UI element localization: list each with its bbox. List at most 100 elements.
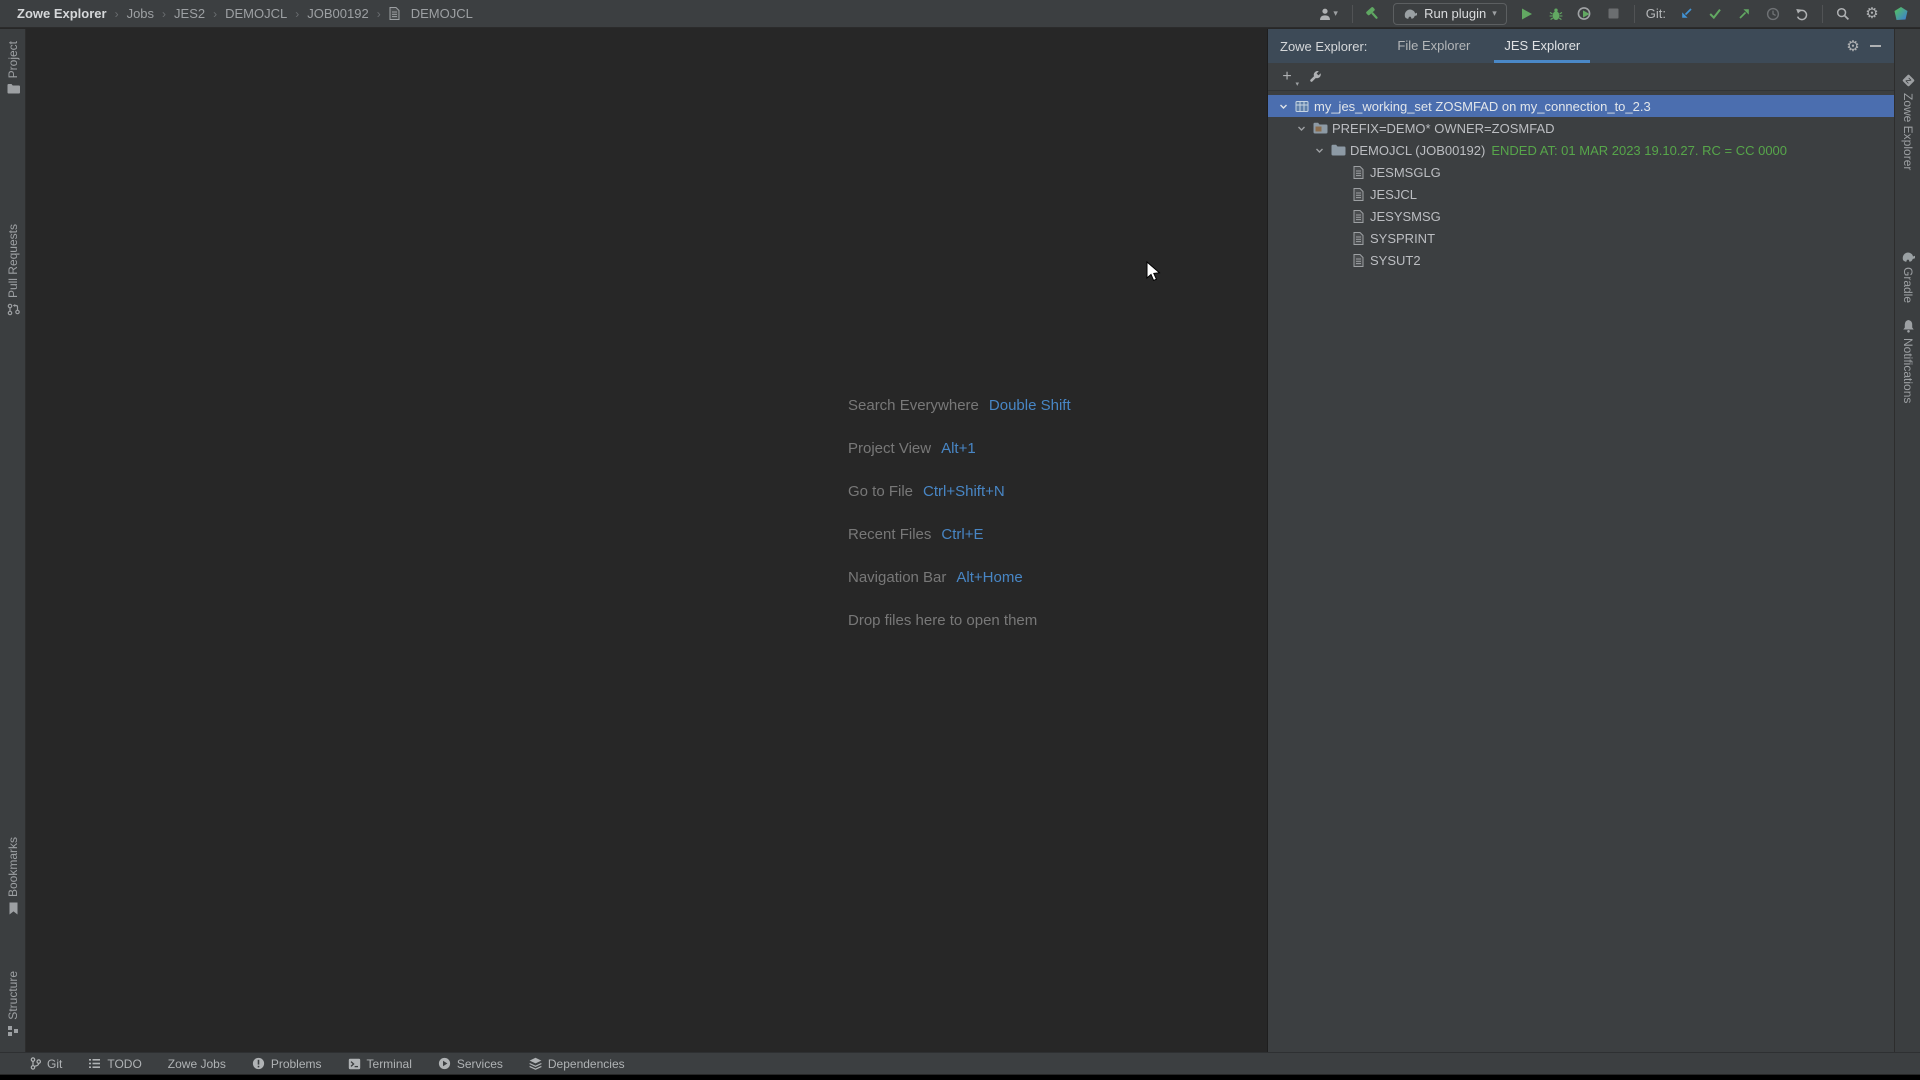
problems-icon: [252, 1057, 265, 1070]
zowe-explorer-tool-window: Zowe Explorer: File Explorer JES Explore…: [1268, 29, 1894, 1052]
file-icon: [386, 4, 404, 24]
terminal-icon: [348, 1058, 361, 1070]
breadcrumb-item-jobs[interactable]: Jobs: [124, 5, 157, 22]
run-icon[interactable]: [1518, 4, 1536, 24]
user-account-icon[interactable]: ▾: [1315, 4, 1341, 24]
stripe-bookmarks[interactable]: Bookmarks: [0, 837, 26, 915]
git-branch-icon: [30, 1057, 41, 1070]
profiler-icon[interactable]: [1576, 4, 1594, 24]
tree-row-spool-file[interactable]: JESYSMSG: [1268, 205, 1894, 227]
drop-files-hint: Drop files here to open them: [848, 612, 1071, 655]
toolwindow-button-terminal[interactable]: Terminal: [348, 1057, 412, 1071]
zowe-icon: Z: [1901, 73, 1916, 88]
breadcrumb-item-root[interactable]: Zowe Explorer: [14, 5, 110, 22]
gradle-icon: [1403, 8, 1418, 19]
ide-profile-icon[interactable]: [1892, 4, 1910, 24]
shortcut-keys: Alt+1: [941, 440, 976, 457]
folder-icon: [7, 83, 20, 94]
tree-row-spool-file[interactable]: SYSPRINT: [1268, 227, 1894, 249]
stripe-gradle[interactable]: Gradle: [1895, 251, 1920, 303]
toolwindow-button-git[interactable]: Git: [30, 1057, 62, 1071]
todo-list-icon: [88, 1058, 101, 1069]
toolwindow-button-label: Zowe Jobs: [168, 1057, 226, 1071]
chevron-down-icon[interactable]: [1311, 145, 1328, 156]
stripe-project[interactable]: Project: [0, 41, 26, 94]
tree-row-label: SYSUT2: [1368, 253, 1421, 268]
tab-file-explorer[interactable]: File Explorer: [1387, 30, 1480, 63]
gradle-icon: [1901, 251, 1916, 262]
chevron-down-icon[interactable]: [1275, 101, 1292, 112]
spool-file-icon: [1348, 188, 1368, 201]
chevron-right-icon: ›: [212, 7, 218, 21]
chevron-right-icon: ›: [161, 7, 167, 21]
bell-icon: [1902, 319, 1915, 333]
tree-row-filter[interactable]: PREFIX=DEMO* OWNER=ZOSMFAD: [1268, 117, 1894, 139]
breadcrumb-item-spoolfile[interactable]: DEMOJCL: [408, 5, 476, 22]
git-commit-icon[interactable]: [1706, 4, 1724, 24]
stripe-pull-requests[interactable]: Pull Requests: [0, 224, 26, 316]
stop-icon: [1605, 4, 1623, 24]
shortcut-label: Go to File: [848, 483, 913, 500]
tree-row-spool-file[interactable]: SYSUT2: [1268, 249, 1894, 271]
tree-row-spool-file[interactable]: JESMSGLG: [1268, 161, 1894, 183]
chevron-down-icon[interactable]: [1293, 123, 1310, 134]
shortcut-keys: Alt+Home: [956, 569, 1022, 586]
settings-gear-icon[interactable]: ⚙: [1863, 4, 1881, 24]
breadcrumb-item-demojcl[interactable]: DEMOJCL: [222, 5, 290, 22]
toolwindow-button-label: TODO: [107, 1057, 141, 1071]
run-configuration-dropdown[interactable]: Run plugin ▾: [1393, 3, 1507, 25]
stripe-notifications-label: Notifications: [1901, 338, 1915, 403]
rollback-icon[interactable]: [1793, 4, 1811, 24]
stripe-structure[interactable]: Structure: [0, 971, 26, 1037]
structure-icon: [7, 1025, 19, 1037]
stripe-bookmarks-label: Bookmarks: [6, 837, 20, 897]
breadcrumb-item-job00192[interactable]: JOB00192: [304, 5, 371, 22]
chevron-right-icon: ›: [294, 7, 300, 21]
screen-bottom-edge: [0, 1075, 1920, 1080]
shortcut-label: Search Everywhere: [848, 397, 979, 414]
shortcut-label: Recent Files: [848, 526, 931, 543]
job-folder-icon: [1328, 144, 1348, 156]
bookmark-icon: [8, 902, 19, 915]
breadcrumb-item-jes2[interactable]: JES2: [171, 5, 208, 22]
toolwindow-button-problems[interactable]: Problems: [252, 1057, 322, 1071]
stripe-structure-label: Structure: [6, 971, 20, 1020]
stripe-zowe-explorer[interactable]: Z Zowe Explorer: [1895, 73, 1920, 170]
minimize-icon[interactable]: [1864, 35, 1886, 57]
tool-window-gear-icon[interactable]: ⚙: [1842, 35, 1864, 57]
toolwindow-button-dependencies[interactable]: Dependencies: [529, 1057, 625, 1071]
tree-row-job[interactable]: DEMOJCL (JOB00192) ENDED AT: 01 MAR 2023…: [1268, 139, 1894, 161]
add-icon[interactable]: +▾: [1280, 69, 1294, 85]
tree-row-label: PREFIX=DEMO* OWNER=ZOSMFAD: [1330, 121, 1554, 136]
run-button-label: Run plugin: [1424, 6, 1486, 21]
tree-row-label: my_jes_working_set ZOSMFAD on my_connect…: [1312, 99, 1651, 114]
tree-row-working-set[interactable]: my_jes_working_set ZOSMFAD on my_connect…: [1268, 95, 1894, 117]
wrench-icon[interactable]: [1308, 70, 1322, 84]
run-toolbar: ▾ Run plugin ▾ Git:: [1315, 0, 1920, 28]
pull-request-icon: [7, 303, 20, 316]
toolbar-separator: [1822, 5, 1823, 23]
debug-icon[interactable]: [1547, 4, 1565, 24]
chevron-right-icon: ›: [114, 7, 120, 21]
toolwindow-button-services[interactable]: Services: [438, 1057, 503, 1071]
git-push-icon[interactable]: [1735, 4, 1753, 24]
git-update-icon[interactable]: [1677, 4, 1695, 24]
breadcrumb: Zowe Explorer › Jobs › JES2 › DEMOJCL › …: [0, 4, 476, 24]
dependencies-layers-icon: [529, 1057, 542, 1070]
navigation-bar: Zowe Explorer › Jobs › JES2 › DEMOJCL › …: [0, 0, 1920, 28]
toolwindow-button-zowe-jobs[interactable]: Zowe Jobs: [168, 1057, 226, 1071]
shortcut-label: Navigation Bar: [848, 569, 946, 586]
tree-row-spool-file[interactable]: JESJCL: [1268, 183, 1894, 205]
tree-row-label: DEMOJCL (JOB00192): [1348, 143, 1485, 158]
tab-jes-explorer[interactable]: JES Explorer: [1494, 30, 1590, 63]
spool-file-icon: [1348, 166, 1368, 179]
toolwindow-button-label: Services: [457, 1057, 503, 1071]
build-hammer-icon[interactable]: [1364, 4, 1382, 24]
mouse-cursor: [1146, 261, 1161, 283]
stripe-notifications[interactable]: Notifications: [1895, 319, 1920, 403]
history-clock-icon: [1764, 4, 1782, 24]
tool-window-header: Zowe Explorer: File Explorer JES Explore…: [1268, 29, 1894, 63]
spool-file-icon: [1348, 232, 1368, 245]
search-icon[interactable]: [1834, 4, 1852, 24]
toolwindow-button-todo[interactable]: TODO: [88, 1057, 141, 1071]
